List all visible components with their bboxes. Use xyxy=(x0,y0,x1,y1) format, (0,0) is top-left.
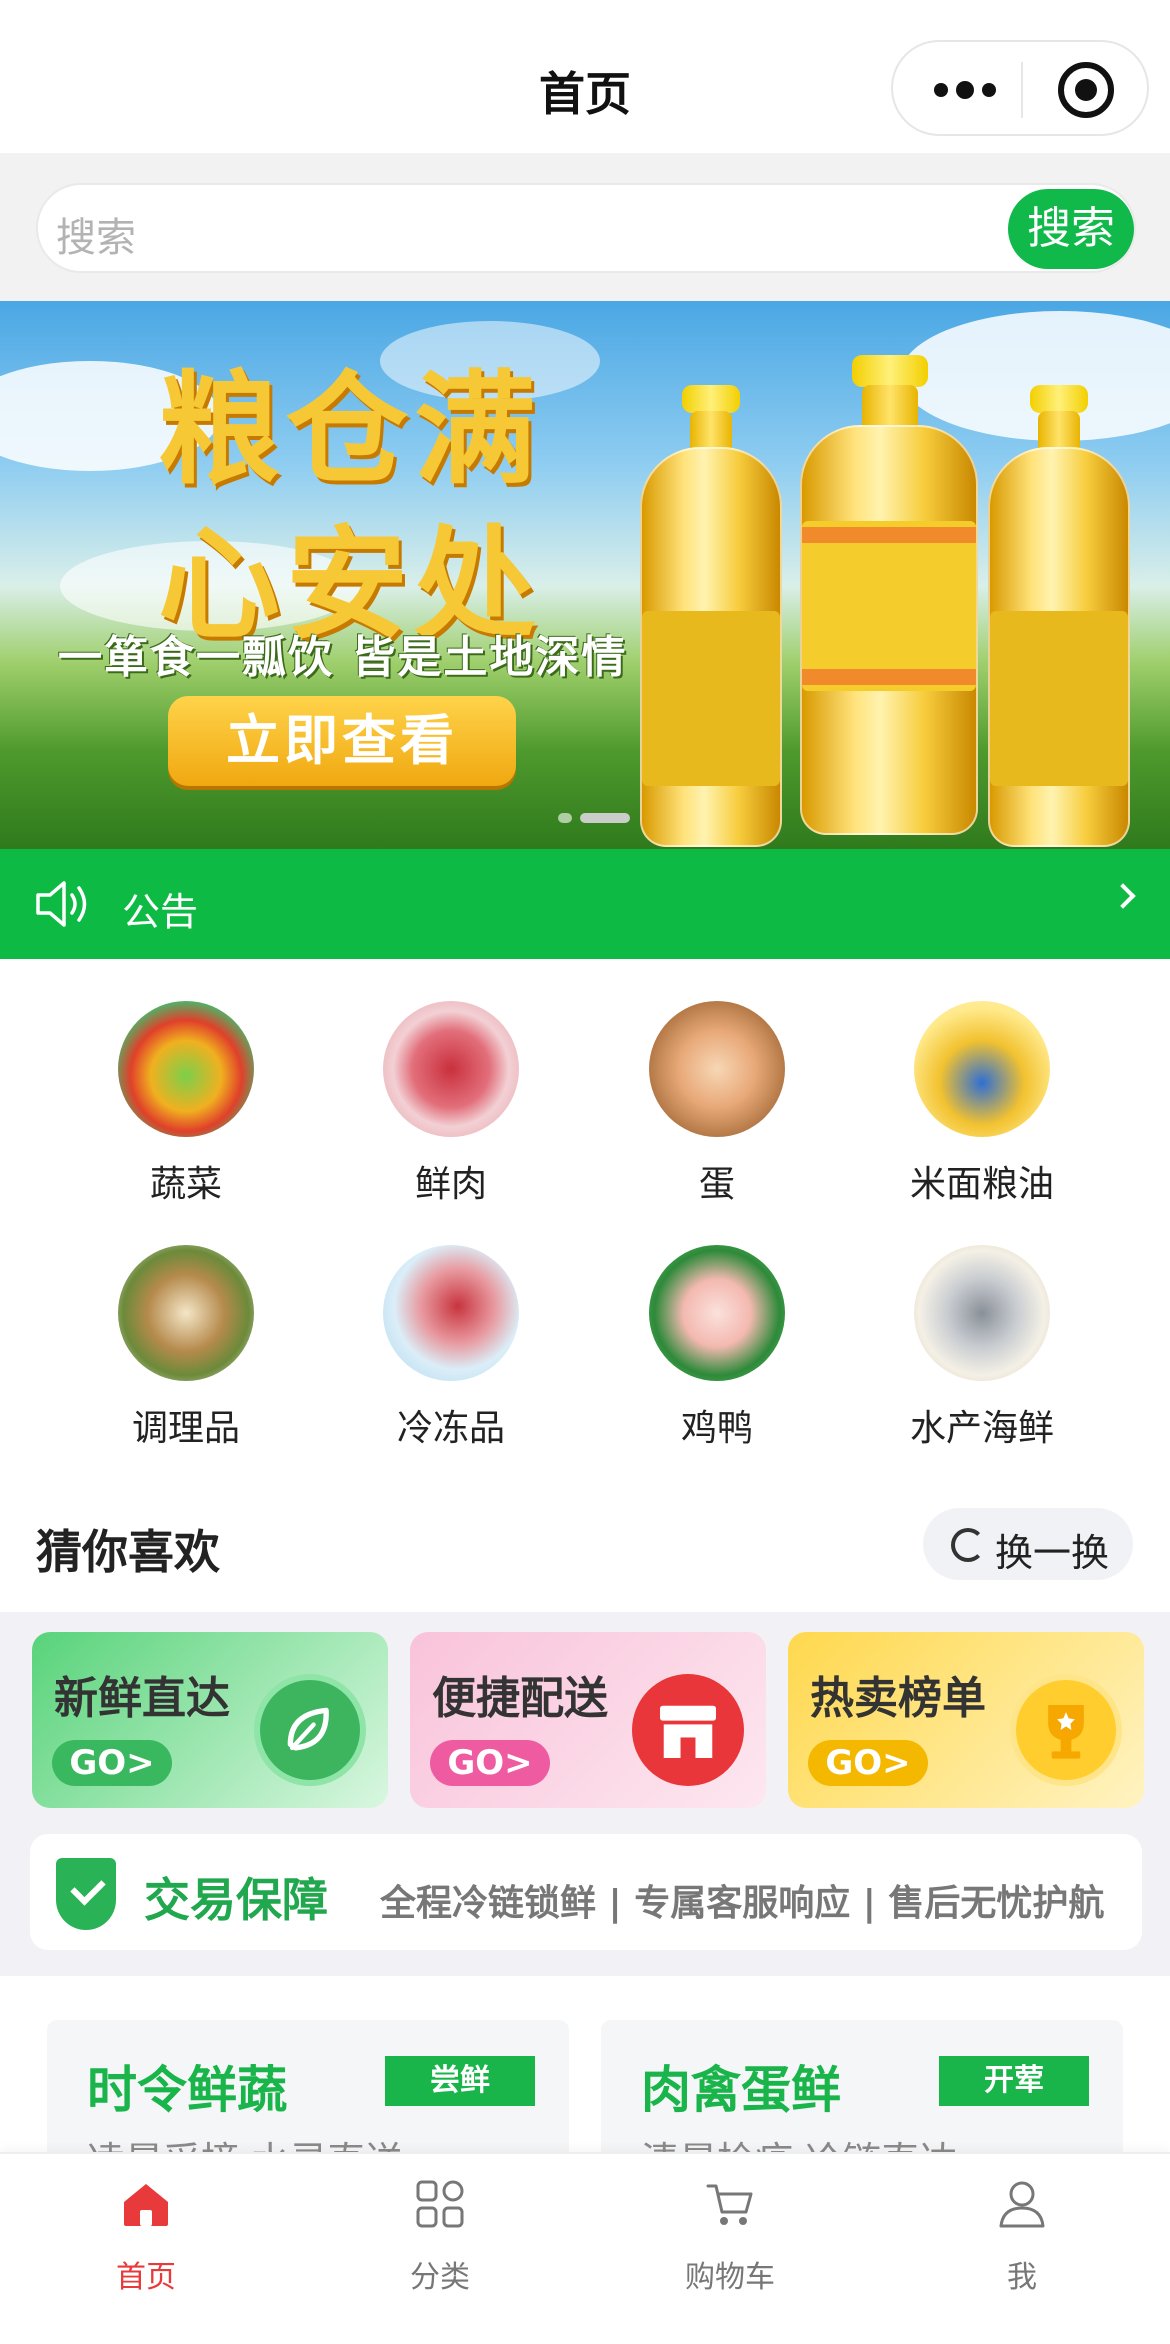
tab-category[interactable]: 分类 xyxy=(340,2178,540,2296)
speaker-icon xyxy=(36,881,87,927)
search-input[interactable]: 搜索 搜索 xyxy=(36,183,1136,273)
category-label: 米面粮油 xyxy=(909,1164,1054,1205)
seasoning-image xyxy=(118,1245,254,1381)
category-grain-oil[interactable]: 米面粮油 xyxy=(882,1001,1082,1207)
user-icon xyxy=(999,2181,1045,2228)
category-label: 调理品 xyxy=(131,1408,240,1449)
category-label: 冷冻品 xyxy=(396,1408,505,1449)
search-bar-area: 搜索 搜索 xyxy=(0,153,1170,301)
category-eggs[interactable]: 蛋 xyxy=(617,1001,817,1207)
notice-label: 公告 xyxy=(122,890,199,934)
card-title: 肉禽蛋鲜 xyxy=(641,2061,841,2119)
home-icon xyxy=(124,2184,168,2226)
promo-banner[interactable]: 粮仓满 心安处 一箪食一瓢饮 皆是土地深情 立即查看 xyxy=(0,301,1170,849)
category-seafood[interactable]: 水产海鲜 xyxy=(882,1245,1082,1451)
shield-check-icon xyxy=(56,1858,116,1930)
chevron-right-icon xyxy=(1110,883,1136,909)
category-label: 鸡鸭 xyxy=(680,1408,753,1449)
promo-title: 便捷配送 xyxy=(432,1673,608,1724)
banner-view-button[interactable]: 立即查看 xyxy=(168,696,516,786)
category-label: 蔬菜 xyxy=(149,1164,222,1205)
category-label: 蛋 xyxy=(698,1164,735,1205)
category-icon xyxy=(416,2180,464,2228)
store-icon xyxy=(632,1674,744,1786)
tab-label: 分类 xyxy=(410,2260,470,2295)
category-fresh-meat[interactable]: 鲜肉 xyxy=(351,1001,551,1207)
close-target-icon[interactable] xyxy=(1058,62,1114,118)
tab-home[interactable]: 首页 xyxy=(46,2178,246,2296)
guess-you-like-title: 猜你喜欢 xyxy=(36,1525,220,1579)
promo-hot-list[interactable]: 热卖榜单 GO> xyxy=(788,1632,1144,1808)
category-poultry[interactable]: 鸡鸭 xyxy=(617,1245,817,1451)
promo-title: 热卖榜单 xyxy=(810,1673,986,1724)
category-label: 鲜肉 xyxy=(414,1164,487,1205)
shrimp-image xyxy=(914,1245,1050,1381)
grain-oil-image xyxy=(914,1001,1050,1137)
nav-header: 首页 xyxy=(0,0,1170,153)
vegetables-image xyxy=(118,1001,254,1137)
eggs-image xyxy=(649,1001,785,1137)
category-frozen[interactable]: 冷冻品 xyxy=(351,1245,551,1451)
leaf-icon xyxy=(254,1674,366,1786)
refresh-label: 换一换 xyxy=(995,1531,1110,1575)
page-dot-active[interactable] xyxy=(580,813,630,823)
tab-me[interactable]: 我 xyxy=(922,2178,1122,2296)
guarantee-text: 全程冷链锁鲜 | 专属客服响应 | 售后无忧护航 xyxy=(380,1883,1105,1924)
category-label: 水产海鲜 xyxy=(909,1408,1054,1449)
frozen-image xyxy=(383,1245,519,1381)
oil-bottle-image xyxy=(796,351,982,841)
banner-subtitle: 一箪食一瓢饮 皆是土地深情 xyxy=(58,632,628,683)
more-icon[interactable] xyxy=(925,70,1005,110)
category-prepared[interactable]: 调理品 xyxy=(86,1245,286,1451)
capsule-divider xyxy=(1021,62,1023,118)
category-vegetables[interactable]: 蔬菜 xyxy=(86,1001,286,1207)
card-tag: 开荤 xyxy=(939,2056,1089,2106)
cart-icon xyxy=(706,2184,753,2225)
go-button[interactable]: GO> xyxy=(808,1740,928,1786)
go-button[interactable]: GO> xyxy=(430,1740,550,1786)
promo-convenient-delivery[interactable]: 便捷配送 GO> xyxy=(410,1632,766,1808)
refresh-button[interactable]: 换一换 xyxy=(923,1508,1133,1580)
tab-cart[interactable]: 购物车 xyxy=(630,2178,830,2296)
mini-program-capsule xyxy=(891,40,1149,136)
promo-title: 新鲜直达 xyxy=(54,1673,230,1724)
tab-label: 首页 xyxy=(116,2260,176,2295)
meat-image xyxy=(383,1001,519,1137)
refresh-icon xyxy=(951,1528,985,1562)
oil-bottle-image xyxy=(636,381,786,849)
bottom-tab-bar: 首页 分类 购物车 我 xyxy=(0,2152,1170,2344)
banner-headline-1: 粮仓满 xyxy=(158,359,542,501)
promo-fresh-direct[interactable]: 新鲜直达 GO> xyxy=(32,1632,388,1808)
guarantee-title: 交易保障 xyxy=(144,1873,328,1927)
oil-bottle-image xyxy=(984,381,1134,849)
poultry-image xyxy=(649,1245,785,1381)
card-title: 时令鲜蔬 xyxy=(87,2061,287,2119)
search-button[interactable]: 搜索 xyxy=(1008,189,1134,269)
card-tag: 尝鲜 xyxy=(385,2056,535,2106)
notice-bar[interactable]: 公告 xyxy=(0,849,1170,959)
tab-label: 购物车 xyxy=(685,2260,775,2295)
trophy-icon xyxy=(1010,1674,1122,1786)
trade-guarantee-bar[interactable]: 交易保障 全程冷链锁鲜 | 专属客服响应 | 售后无忧护航 xyxy=(30,1834,1142,1950)
search-placeholder: 搜索 xyxy=(56,215,136,261)
page-dot[interactable] xyxy=(558,813,572,823)
go-button[interactable]: GO> xyxy=(52,1740,172,1786)
banner-pagination xyxy=(550,811,630,825)
tab-label: 我 xyxy=(1007,2260,1037,2295)
